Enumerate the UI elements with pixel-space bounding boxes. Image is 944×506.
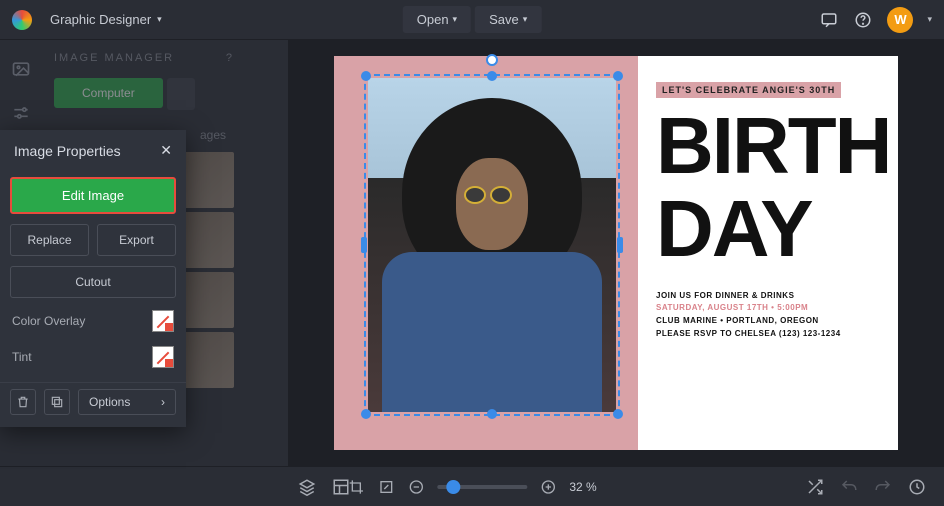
- app-title-label: Graphic Designer: [50, 12, 151, 27]
- detail-line-date: SATURDAY, AUGUST 17TH • 5:00PM: [656, 302, 880, 315]
- zoom-out-icon[interactable]: [407, 478, 425, 496]
- top-bar: Graphic Designer ▾ Open ▾ Save ▾ W ▾: [0, 0, 944, 40]
- celebrate-tag: LET'S CELEBRATE ANGIE'S 30TH: [656, 82, 841, 98]
- resize-handle-mr[interactable]: [617, 237, 623, 253]
- redo-icon[interactable]: [874, 478, 892, 496]
- resize-handle-br[interactable]: [613, 409, 623, 419]
- save-label: Save: [489, 12, 519, 27]
- headline-line2: DAY: [656, 195, 880, 264]
- detail-line: JOIN US FOR DINNER & DRINKS: [656, 290, 880, 303]
- resize-handle-tl[interactable]: [361, 71, 371, 81]
- replace-button[interactable]: Replace: [10, 224, 89, 256]
- app-logo-icon: [12, 10, 32, 30]
- resize-handle-bm[interactable]: [487, 409, 497, 419]
- headline-line1: BIRTH: [656, 112, 880, 181]
- canvas[interactable]: LET'S CELEBRATE ANGIE'S 30TH BIRTH DAY J…: [288, 40, 944, 466]
- cutout-button[interactable]: Cutout: [10, 266, 176, 298]
- delete-icon[interactable]: [10, 389, 36, 415]
- comment-icon[interactable]: [819, 10, 839, 30]
- chevron-down-icon: ▾: [157, 14, 162, 25]
- selected-image[interactable]: [364, 74, 620, 416]
- avatar-letter: W: [894, 12, 906, 27]
- photo-content: [368, 78, 616, 412]
- chevron-down-icon[interactable]: ▾: [927, 14, 932, 25]
- panel-title: Image Properties: [14, 143, 121, 159]
- open-label: Open: [417, 12, 449, 27]
- image-tool-icon[interactable]: [10, 58, 32, 80]
- zoom-percent: 32 %: [569, 480, 596, 494]
- open-button[interactable]: Open ▾: [403, 6, 471, 33]
- zoom-thumb[interactable]: [447, 480, 461, 494]
- design-artboard[interactable]: LET'S CELEBRATE ANGIE'S 30TH BIRTH DAY J…: [334, 56, 898, 450]
- undo-icon[interactable]: [840, 478, 858, 496]
- layers-icon[interactable]: [298, 478, 316, 496]
- top-right-actions: W ▾: [819, 7, 932, 33]
- color-overlay-swatch[interactable]: [152, 310, 174, 332]
- resize-handle-ml[interactable]: [361, 237, 367, 253]
- resize-handle-tm[interactable]: [487, 71, 497, 81]
- duplicate-icon[interactable]: [44, 389, 70, 415]
- resize-handle-bl[interactable]: [361, 409, 371, 419]
- detail-line: CLUB MARINE • PORTLAND, OREGON: [656, 315, 880, 328]
- tint-swatch[interactable]: [152, 346, 174, 368]
- edit-image-button[interactable]: Edit Image: [10, 177, 176, 214]
- chevron-right-icon: ›: [161, 395, 165, 409]
- text-card: LET'S CELEBRATE ANGIE'S 30TH BIRTH DAY J…: [638, 56, 898, 450]
- zoom-in-icon[interactable]: [539, 478, 557, 496]
- crop-icon[interactable]: [347, 478, 365, 496]
- detail-line: PLEASE RSVP TO CHELSEA (123) 123-1234: [656, 328, 880, 341]
- app-title-dropdown[interactable]: Graphic Designer ▾: [50, 12, 162, 27]
- close-icon[interactable]: ✕: [160, 142, 172, 159]
- chevron-down-icon: ▾: [453, 14, 458, 25]
- options-label: Options: [89, 395, 130, 409]
- options-dropdown[interactable]: Options ›: [78, 389, 176, 415]
- rotate-handle[interactable]: [486, 54, 498, 66]
- zoom-slider[interactable]: [437, 485, 527, 489]
- tint-label: Tint: [12, 350, 32, 364]
- history-icon[interactable]: [908, 478, 926, 496]
- top-center-actions: Open ▾ Save ▾: [403, 6, 542, 33]
- image-properties-panel: Image Properties ✕ Edit Image Replace Ex…: [0, 130, 186, 427]
- expand-icon[interactable]: [377, 478, 395, 496]
- bottom-bar: 32 %: [0, 466, 944, 506]
- save-button[interactable]: Save ▾: [475, 6, 541, 33]
- shuffle-icon[interactable]: [806, 478, 824, 496]
- chevron-down-icon: ▾: [523, 14, 528, 25]
- event-details: JOIN US FOR DINNER & DRINKS SATURDAY, AU…: [656, 290, 880, 341]
- color-overlay-label: Color Overlay: [12, 314, 85, 328]
- help-icon[interactable]: [853, 10, 873, 30]
- user-avatar[interactable]: W: [887, 7, 913, 33]
- export-button[interactable]: Export: [97, 224, 176, 256]
- adjust-tool-icon[interactable]: [10, 102, 32, 124]
- resize-handle-tr[interactable]: [613, 71, 623, 81]
